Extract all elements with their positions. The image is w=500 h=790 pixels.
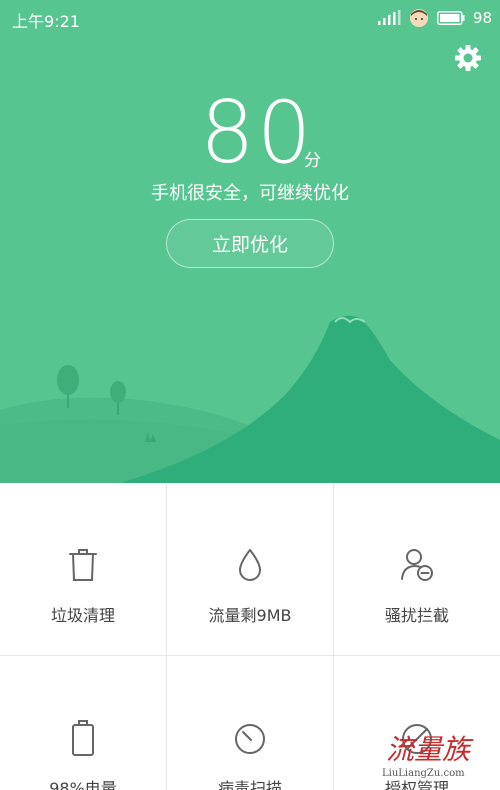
- scan-icon: [235, 724, 265, 754]
- tool-label: 病毒扫描: [217, 779, 282, 790]
- watermark-logo: 流量族 LiuLiangZu.com: [382, 728, 492, 786]
- water-drop-icon: [239, 549, 261, 581]
- status-bar: 上午9:21 98: [0, 0, 500, 36]
- user-block-icon: [401, 549, 433, 581]
- signal-icon: [377, 10, 401, 25]
- hero-panel: 上午9:21 98 80 分 手机很安全，可继续优化 立即优化: [0, 0, 500, 483]
- tool-label: 98%电量: [49, 779, 117, 790]
- status-time: 上午9:21: [12, 12, 80, 31]
- tool-label: 骚扰拦截: [384, 606, 449, 625]
- tool-label: 垃圾清理: [50, 606, 115, 625]
- tool-junk-clean[interactable]: 垃圾清理: [0, 483, 166, 655]
- landscape-illustration: [0, 315, 500, 483]
- score-area: 80 分: [0, 88, 500, 178]
- tool-data-usage[interactable]: 流量剩9MB: [167, 483, 333, 655]
- avatar-icon: [409, 9, 428, 27]
- tool-label: 流量剩9MB: [208, 606, 292, 625]
- status-icons: 98: [377, 8, 492, 28]
- score-unit: 分: [304, 151, 321, 171]
- tool-battery[interactable]: 98%电量: [0, 656, 166, 790]
- status-message: 手机很安全，可继续优化: [151, 183, 349, 204]
- tool-virus-scan[interactable]: 病毒扫描: [167, 656, 333, 790]
- watermark-text: 流量族: [386, 733, 471, 766]
- trash-icon: [69, 549, 97, 581]
- battery-icon: [72, 720, 94, 756]
- optimize-button[interactable]: 立即优化: [166, 219, 334, 268]
- battery-status-icon: [436, 11, 465, 25]
- battery-level: 98: [472, 9, 492, 27]
- tools-grid: 垃圾清理 流量剩9MB 骚扰拦截 98%电量 病毒扫描 授权管理 流量族 Liu…: [0, 483, 500, 790]
- gear-icon[interactable]: [452, 42, 484, 74]
- tool-harassment-block[interactable]: 骚扰拦截: [334, 483, 500, 655]
- watermark-url: LiuLiangZu.com: [382, 768, 465, 779]
- security-score: 80: [200, 83, 314, 183]
